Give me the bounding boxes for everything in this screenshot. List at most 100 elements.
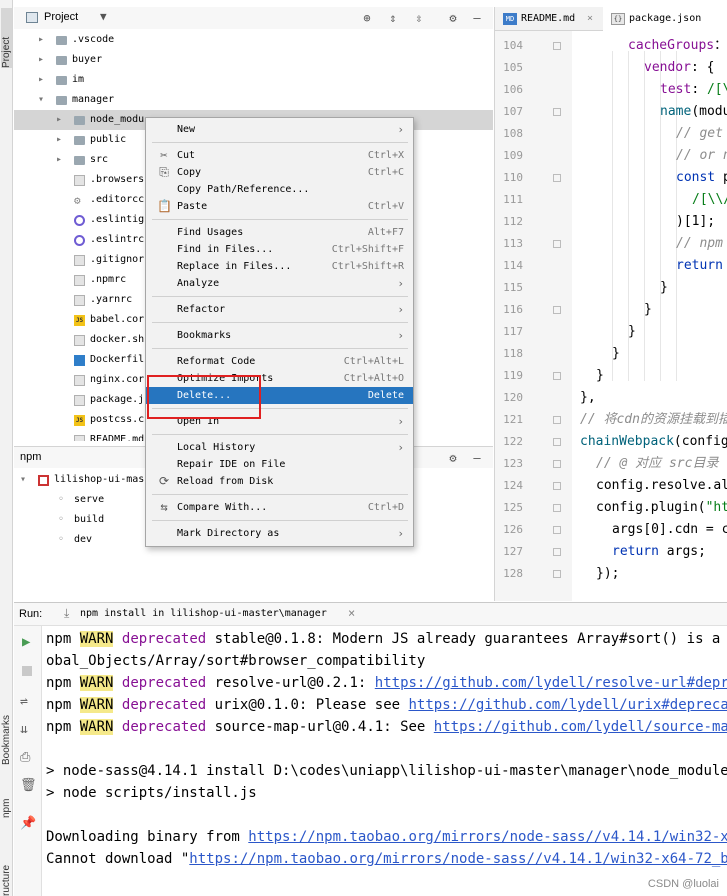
menu-item-local-history[interactable]: Local History ›	[146, 439, 413, 456]
warn-message: Please see	[307, 697, 409, 713]
menu-item-icon: ⎘	[159, 165, 169, 179]
chevron-right-icon[interactable]: ▸	[56, 130, 66, 150]
chevron-down-icon[interactable]: ▾	[38, 90, 48, 110]
menu-item-reformat-code[interactable]: Reformat Code Ctrl+Alt+L	[146, 353, 413, 370]
menu-item-shortcut: Ctrl+Shift+R	[331, 261, 404, 272]
tree-row[interactable]: ▾ manager	[14, 90, 493, 110]
delete-highlight-box	[147, 375, 261, 419]
console-link[interactable]: https://github.com/lydell/source-map-url	[434, 719, 727, 735]
menu-item-label: New	[177, 124, 196, 135]
gear-icon[interactable]: ⚙	[446, 451, 460, 465]
gear-icon[interactable]: ⚙	[446, 11, 460, 25]
chevron-right-icon[interactable]: ▸	[38, 50, 48, 70]
menu-item-compare-with[interactable]: ⇆ Compare With... Ctrl+D	[146, 499, 413, 516]
tree-item-label: .editorcc	[90, 194, 145, 205]
code-token: }	[660, 280, 668, 295]
fold-marker[interactable]	[553, 42, 561, 50]
fold-marker[interactable]	[553, 372, 561, 380]
console-link[interactable]: https://github.com/lydell/resolve-url#de…	[375, 675, 727, 691]
menu-item-new[interactable]: New ›	[146, 121, 413, 138]
menu-item-reload-from-disk[interactable]: ⟳ Reload from Disk	[146, 473, 413, 490]
soft-wrap-icon[interactable]: ⇌	[20, 694, 28, 709]
menu-item-label: Cut	[177, 150, 196, 161]
code-token: args	[612, 522, 644, 537]
code-token: "ht	[705, 500, 727, 515]
menu-item-icon: ⇆	[160, 500, 168, 514]
warn-message	[366, 675, 374, 691]
menu-item-mark-directory-as[interactable]: Mark Directory as ›	[146, 525, 413, 542]
pin-icon[interactable]: 📌	[20, 816, 36, 831]
menu-item-copy[interactable]: ⎘ Copy Ctrl+C	[146, 164, 413, 181]
chevron-right-icon: ›	[397, 277, 404, 290]
tree-row[interactable]: ▸ im	[14, 70, 493, 90]
run-tab-label[interactable]: npm install in lilishop-ui-master\manage…	[80, 608, 327, 619]
tree-item-label: .yarnrc	[90, 294, 133, 305]
chevron-right-icon[interactable]: ▸	[56, 150, 66, 170]
menu-item-copy-path-reference[interactable]: Copy Path/Reference...	[146, 181, 413, 198]
tree-row[interactable]: ▸ buyer	[14, 50, 493, 70]
chevron-right-icon[interactable]: ▸	[38, 30, 48, 50]
fold-marker[interactable]	[553, 108, 561, 116]
bookmarks-tool-tab[interactable]: Bookmarks	[1, 700, 12, 765]
fold-marker[interactable]	[553, 240, 561, 248]
hide-panel-icon[interactable]: —	[470, 11, 484, 25]
tree-row[interactable]: ▸ .vscode	[14, 30, 493, 50]
rerun-icon[interactable]: ▶	[22, 634, 30, 650]
tab-readme[interactable]: MD README.md ×	[495, 7, 603, 31]
code-token: p	[722, 170, 727, 185]
fold-marker[interactable]	[553, 548, 561, 556]
menu-item-repair-ide-on-file[interactable]: Repair IDE on File	[146, 456, 413, 473]
console-link[interactable]: https://npm.taobao.org/mirrors/node-sass…	[189, 851, 727, 867]
code-editor[interactable]: cacheGroups：{vendor: {test: /[\\/name(mo…	[572, 31, 727, 601]
tree-item-label: babel.cor	[90, 314, 145, 325]
close-icon[interactable]: ×	[587, 7, 593, 31]
hide-panel-icon[interactable]: —	[470, 451, 484, 465]
menu-item-replace-in-files[interactable]: Replace in Files... Ctrl+Shift+R	[146, 258, 413, 275]
menu-item-refactor[interactable]: Refactor ›	[146, 301, 413, 318]
fold-marker[interactable]	[553, 174, 561, 182]
chevron-down-icon[interactable]: ▼	[100, 10, 107, 23]
fold-marker[interactable]	[553, 570, 561, 578]
chevron-right-icon[interactable]: ▸	[56, 110, 66, 130]
fold-marker[interactable]	[553, 438, 561, 446]
fold-marker[interactable]	[553, 416, 561, 424]
npm-tool-tab[interactable]: npm	[1, 790, 12, 818]
code-line: }	[660, 277, 668, 299]
fold-marker[interactable]	[553, 504, 561, 512]
project-tool-tab[interactable]: Project	[1, 8, 12, 68]
menu-item-shortcut: Alt+F7	[367, 227, 404, 238]
menu-item-analyze[interactable]: Analyze ›	[146, 275, 413, 292]
print-icon[interactable]: ⎙	[20, 750, 30, 765]
code-line: return	[676, 255, 723, 277]
fold-marker[interactable]	[553, 526, 561, 534]
expand-all-icon[interactable]: ⇕	[386, 11, 400, 25]
run-console[interactable]: npm WARN deprecated stable@0.1.8: Modern…	[42, 626, 727, 896]
console-link[interactable]: https://github.com/lydell/urix#deprecate…	[409, 697, 727, 713]
close-icon[interactable]: ×	[348, 606, 355, 620]
scroll-to-end-icon[interactable]: ⇊	[20, 722, 28, 737]
locate-icon[interactable]: ⊕	[360, 11, 374, 25]
docker-icon	[74, 355, 85, 366]
console-line: npm WARN deprecated urix@0.1.0: Please s…	[46, 694, 727, 716]
menu-item-find-usages[interactable]: Find Usages Alt+F7	[146, 224, 413, 241]
menu-item-label: Analyze	[177, 278, 220, 289]
stop-icon[interactable]	[22, 666, 32, 676]
console-link[interactable]: https://npm.taobao.org/mirrors/node-sass…	[248, 829, 727, 845]
gear-icon: ⚙	[74, 195, 85, 206]
collapse-all-icon[interactable]: ⇳	[412, 11, 426, 25]
chevron-right-icon[interactable]: ▸	[38, 70, 48, 90]
fold-marker[interactable]	[553, 306, 561, 314]
fold-marker[interactable]	[553, 460, 561, 468]
project-panel-title[interactable]: Project	[44, 11, 78, 23]
menu-item-cut[interactable]: ✂ Cut Ctrl+X	[146, 147, 413, 164]
menu-item-find-in-files[interactable]: Find in Files... Ctrl+Shift+F	[146, 241, 413, 258]
tree-item-label: .browsers	[90, 174, 145, 185]
menu-item-paste[interactable]: 📋 Paste Ctrl+V	[146, 198, 413, 215]
structure-tool-tab[interactable]: ructure	[1, 850, 12, 896]
code-token: });	[596, 566, 620, 581]
fold-marker[interactable]	[553, 482, 561, 490]
menu-item-bookmarks[interactable]: Bookmarks ›	[146, 327, 413, 344]
clear-all-icon[interactable]: 🗑	[20, 778, 37, 793]
line-number: 119	[503, 369, 523, 382]
tab-package-json[interactable]: {} package.json	[603, 7, 727, 31]
